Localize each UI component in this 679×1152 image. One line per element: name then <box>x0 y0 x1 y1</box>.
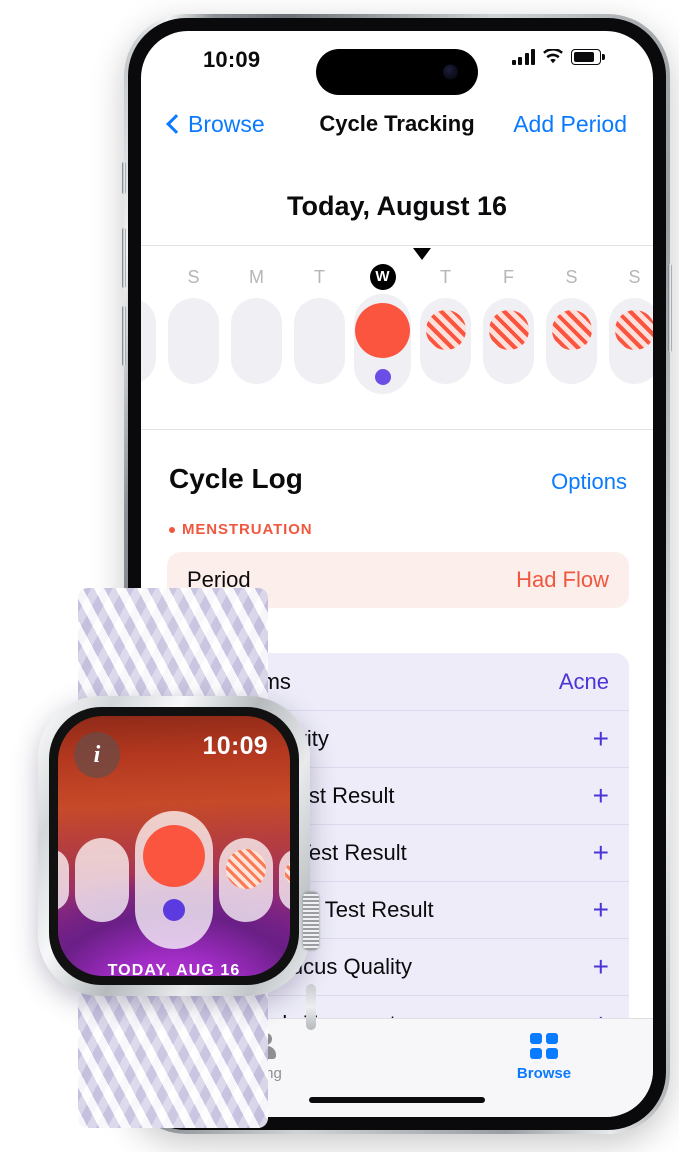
watch-flow-dot-icon <box>143 825 205 887</box>
cellular-bars-icon <box>511 49 535 65</box>
bullet-icon <box>169 526 175 533</box>
volume-down-button[interactable] <box>122 306 126 366</box>
predicted-period-dot-icon <box>551 310 592 350</box>
list-item-value: Acne <box>558 668 609 694</box>
calendar-day-2[interactable]: M <box>225 264 288 394</box>
back-button-label: Browse <box>188 111 265 137</box>
menstruation-section-label: MENSTRUATION <box>182 521 313 538</box>
watch-cycle-pill-3[interactable] <box>135 811 213 949</box>
calendar-day-pill <box>483 298 534 384</box>
calendar-day-letter: F <box>503 267 514 287</box>
chevron-left-icon <box>166 114 186 134</box>
add-icon[interactable]: + <box>593 952 609 981</box>
add-icon[interactable]: + <box>593 781 609 810</box>
calendar-day-pill <box>546 298 597 384</box>
power-button[interactable] <box>668 264 672 352</box>
calendar-day-letter: S <box>187 267 200 287</box>
period-row-value: Had Flow <box>516 567 609 592</box>
watch-status-time: 10:09 <box>202 732 268 760</box>
info-glyph: i <box>93 741 101 768</box>
predicted-period-dot-icon <box>488 310 529 350</box>
watch-cycle-pill-5[interactable] <box>279 849 290 911</box>
watch-cycle-strip[interactable] <box>58 811 290 949</box>
watch-band-bottom <box>78 976 268 1128</box>
date-header: Today, August 16 <box>286 191 508 221</box>
calendar-day-1[interactable]: S <box>162 264 225 394</box>
options-button[interactable]: Options <box>551 469 627 495</box>
add-period-button[interactable]: Add Period <box>513 111 627 138</box>
calendar-day-letter: M <box>249 267 264 287</box>
divider-cycle-log <box>141 429 653 430</box>
calendar-day-letter: T <box>314 267 325 287</box>
add-icon[interactable]: + <box>593 724 609 753</box>
predicted-period-dot-icon <box>614 310 653 350</box>
status-bar-indicators <box>511 49 605 65</box>
back-button[interactable]: Browse <box>166 111 265 138</box>
calendar-day-pill <box>141 298 156 384</box>
status-bar: 10:09 <box>141 31 653 95</box>
add-icon[interactable]: + <box>593 895 609 924</box>
calendar-day-letter: S <box>565 267 578 287</box>
flow-dot-icon <box>355 303 410 358</box>
menstruation-section-header: MENSTRUATION <box>169 521 313 538</box>
calendar-day-pill <box>231 298 282 384</box>
calendar-day-pill <box>354 294 411 394</box>
volume-up-button[interactable] <box>122 228 126 288</box>
silence-switch[interactable] <box>122 162 126 194</box>
watch-side-button[interactable] <box>306 984 316 1030</box>
watch-predicted-dot-icon <box>285 860 290 886</box>
calendar-day-letter: T <box>440 267 451 287</box>
predicted-period-dot-icon <box>425 310 466 350</box>
calendar-day-letter: S <box>628 267 641 287</box>
front-camera-icon <box>443 64 458 80</box>
add-icon[interactable]: + <box>593 838 609 867</box>
status-bar-time: 10:09 <box>203 47 261 72</box>
today-caret-icon <box>413 248 431 260</box>
ovulation-dot-icon <box>374 369 391 385</box>
wifi-icon <box>543 49 563 64</box>
calendar-day-pill <box>420 298 471 384</box>
grid-icon <box>530 1033 558 1059</box>
watch-bezel: i 10:09 TODAY, AUG 16 Had Flow, Acne <box>49 707 299 985</box>
calendar-day-pill <box>609 298 653 384</box>
dynamic-island <box>316 49 478 95</box>
watch-cycle-pill-1[interactable] <box>58 849 69 911</box>
watch-cycle-pill-4[interactable] <box>219 838 273 922</box>
calendar-track[interactable]: FSMTWTFSS <box>141 264 653 394</box>
calendar-day-3[interactable]: T <box>288 264 351 394</box>
watch-case: i 10:09 TODAY, AUG 16 Had Flow, Acne <box>38 696 319 1030</box>
tab-browse-label: Browse <box>516 1065 572 1082</box>
calendar-day-pill <box>294 298 345 384</box>
navigation-bar: Browse Cycle Tracking Add Period <box>141 99 653 155</box>
calendar-strip[interactable]: FSMTWTFSS <box>141 246 653 396</box>
calendar-day-6[interactable]: F <box>477 264 540 394</box>
calendar-day-pill <box>168 298 219 384</box>
page-title: Cycle Tracking <box>319 111 475 136</box>
battery-icon <box>571 49 605 65</box>
calendar-day-4[interactable]: W <box>351 264 414 394</box>
calendar-day-5[interactable]: T <box>414 264 477 394</box>
apple-watch-device: i 10:09 TODAY, AUG 16 Had Flow, Acne <box>26 572 319 1132</box>
digital-crown[interactable] <box>303 892 319 950</box>
watch-ovulation-dot-icon <box>163 899 185 921</box>
calendar-day-0[interactable]: F <box>141 264 162 394</box>
tab-browse[interactable]: Browse <box>479 1033 609 1082</box>
info-icon[interactable]: i <box>74 732 120 778</box>
watch-date-label: TODAY, AUG 16 <box>107 962 241 976</box>
watch-cycle-pill-2[interactable] <box>75 838 129 922</box>
calendar-day-letter: W <box>369 264 396 290</box>
watch-screen: i 10:09 TODAY, AUG 16 Had Flow, Acne <box>58 716 290 976</box>
calendar-day-7[interactable]: S <box>540 264 603 394</box>
home-indicator[interactable] <box>309 1097 485 1103</box>
calendar-day-8[interactable]: S <box>603 264 653 394</box>
cycle-log-title: Cycle Log <box>169 463 303 494</box>
watch-predicted-dot-icon <box>226 849 266 889</box>
